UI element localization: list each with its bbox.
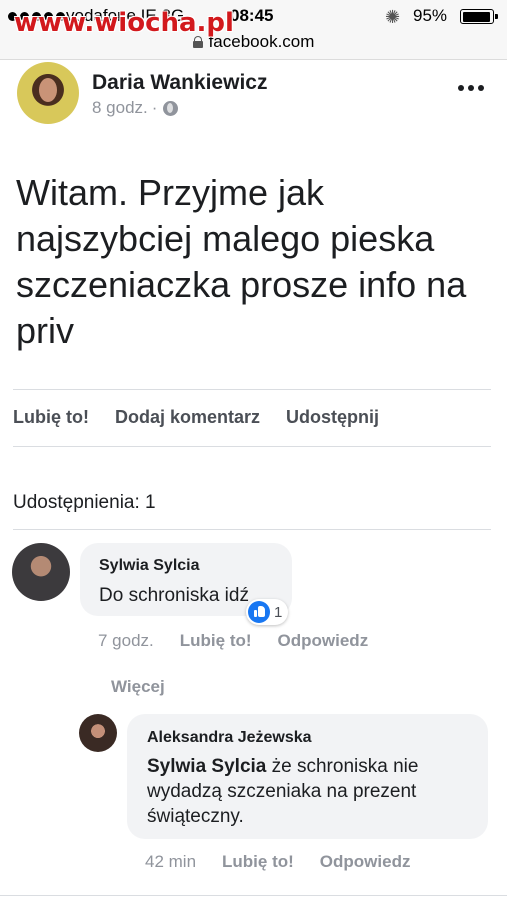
- divider: [13, 446, 491, 447]
- divider: [13, 389, 491, 390]
- reply-author[interactable]: Aleksandra Jeżewska: [147, 729, 312, 747]
- comment-time: 7 godz.: [98, 631, 154, 650]
- reply-bubble: Aleksandra Jeżewska Sylwia Sylcia że sch…: [127, 714, 488, 839]
- reply-reply-button[interactable]: Odpowiedz: [320, 852, 411, 872]
- post-text: Witam. Przyjme jak najszybciej malego pi…: [16, 172, 467, 351]
- divider: [0, 895, 507, 896]
- reply-meta: 42 min Lubię to! Odpowiedz: [145, 852, 436, 872]
- comment-author[interactable]: Sylwia Sylcia: [99, 557, 200, 575]
- add-comment-button[interactable]: Dodaj komentarz: [115, 407, 260, 428]
- reply-mention[interactable]: Sylwia Sylcia: [147, 756, 266, 777]
- watermark-logo: www.wiocha.pl: [14, 8, 234, 38]
- commenter-avatar[interactable]: [12, 543, 70, 601]
- share-button[interactable]: Udostępnij: [286, 407, 379, 428]
- divider: [13, 529, 491, 530]
- author-avatar[interactable]: [17, 62, 79, 124]
- reply-like-button[interactable]: Lubię to!: [222, 852, 294, 872]
- shares-count[interactable]: Udostępnienia: 1: [13, 492, 156, 514]
- replier-avatar[interactable]: [79, 714, 117, 752]
- post-actions: Lubię to! Dodaj komentarz Udostępnij: [13, 407, 405, 428]
- post-author-name[interactable]: Daria Wankiewicz: [92, 71, 267, 95]
- status-bar: vodafone IE 3G 08:45 ✺ 95% facebook.com …: [0, 0, 507, 60]
- reply-time: 42 min: [145, 852, 197, 871]
- comment-meta: 7 godz. Lubię to! Odpowiedz: [98, 631, 394, 651]
- clock: 08:45: [230, 6, 274, 25]
- like-reaction-icon: [248, 601, 270, 623]
- comment-text: Do schroniska idź: [99, 585, 249, 606]
- battery-icon: [460, 9, 498, 24]
- post-meta: 8 godz. ·: [92, 98, 179, 118]
- more-options-icon[interactable]: [458, 85, 484, 91]
- post-time[interactable]: 8 godz.: [92, 98, 148, 118]
- more-replies-link[interactable]: Więcej: [111, 677, 165, 697]
- comment-reply-button[interactable]: Odpowiedz: [278, 631, 369, 651]
- reaction-count[interactable]: 1: [246, 599, 289, 625]
- reaction-number: 1: [274, 603, 283, 621]
- meta-separator: ·: [151, 98, 158, 117]
- reply-text: Sylwia Sylcia że schroniska nie wydadzą …: [147, 754, 477, 829]
- globe-icon: [163, 100, 179, 116]
- comment-like-button[interactable]: Lubię to!: [180, 631, 252, 651]
- battery-percentage: 95%: [413, 6, 448, 25]
- activity-spinner-icon: ✺: [385, 7, 401, 27]
- like-button[interactable]: Lubię to!: [13, 407, 89, 428]
